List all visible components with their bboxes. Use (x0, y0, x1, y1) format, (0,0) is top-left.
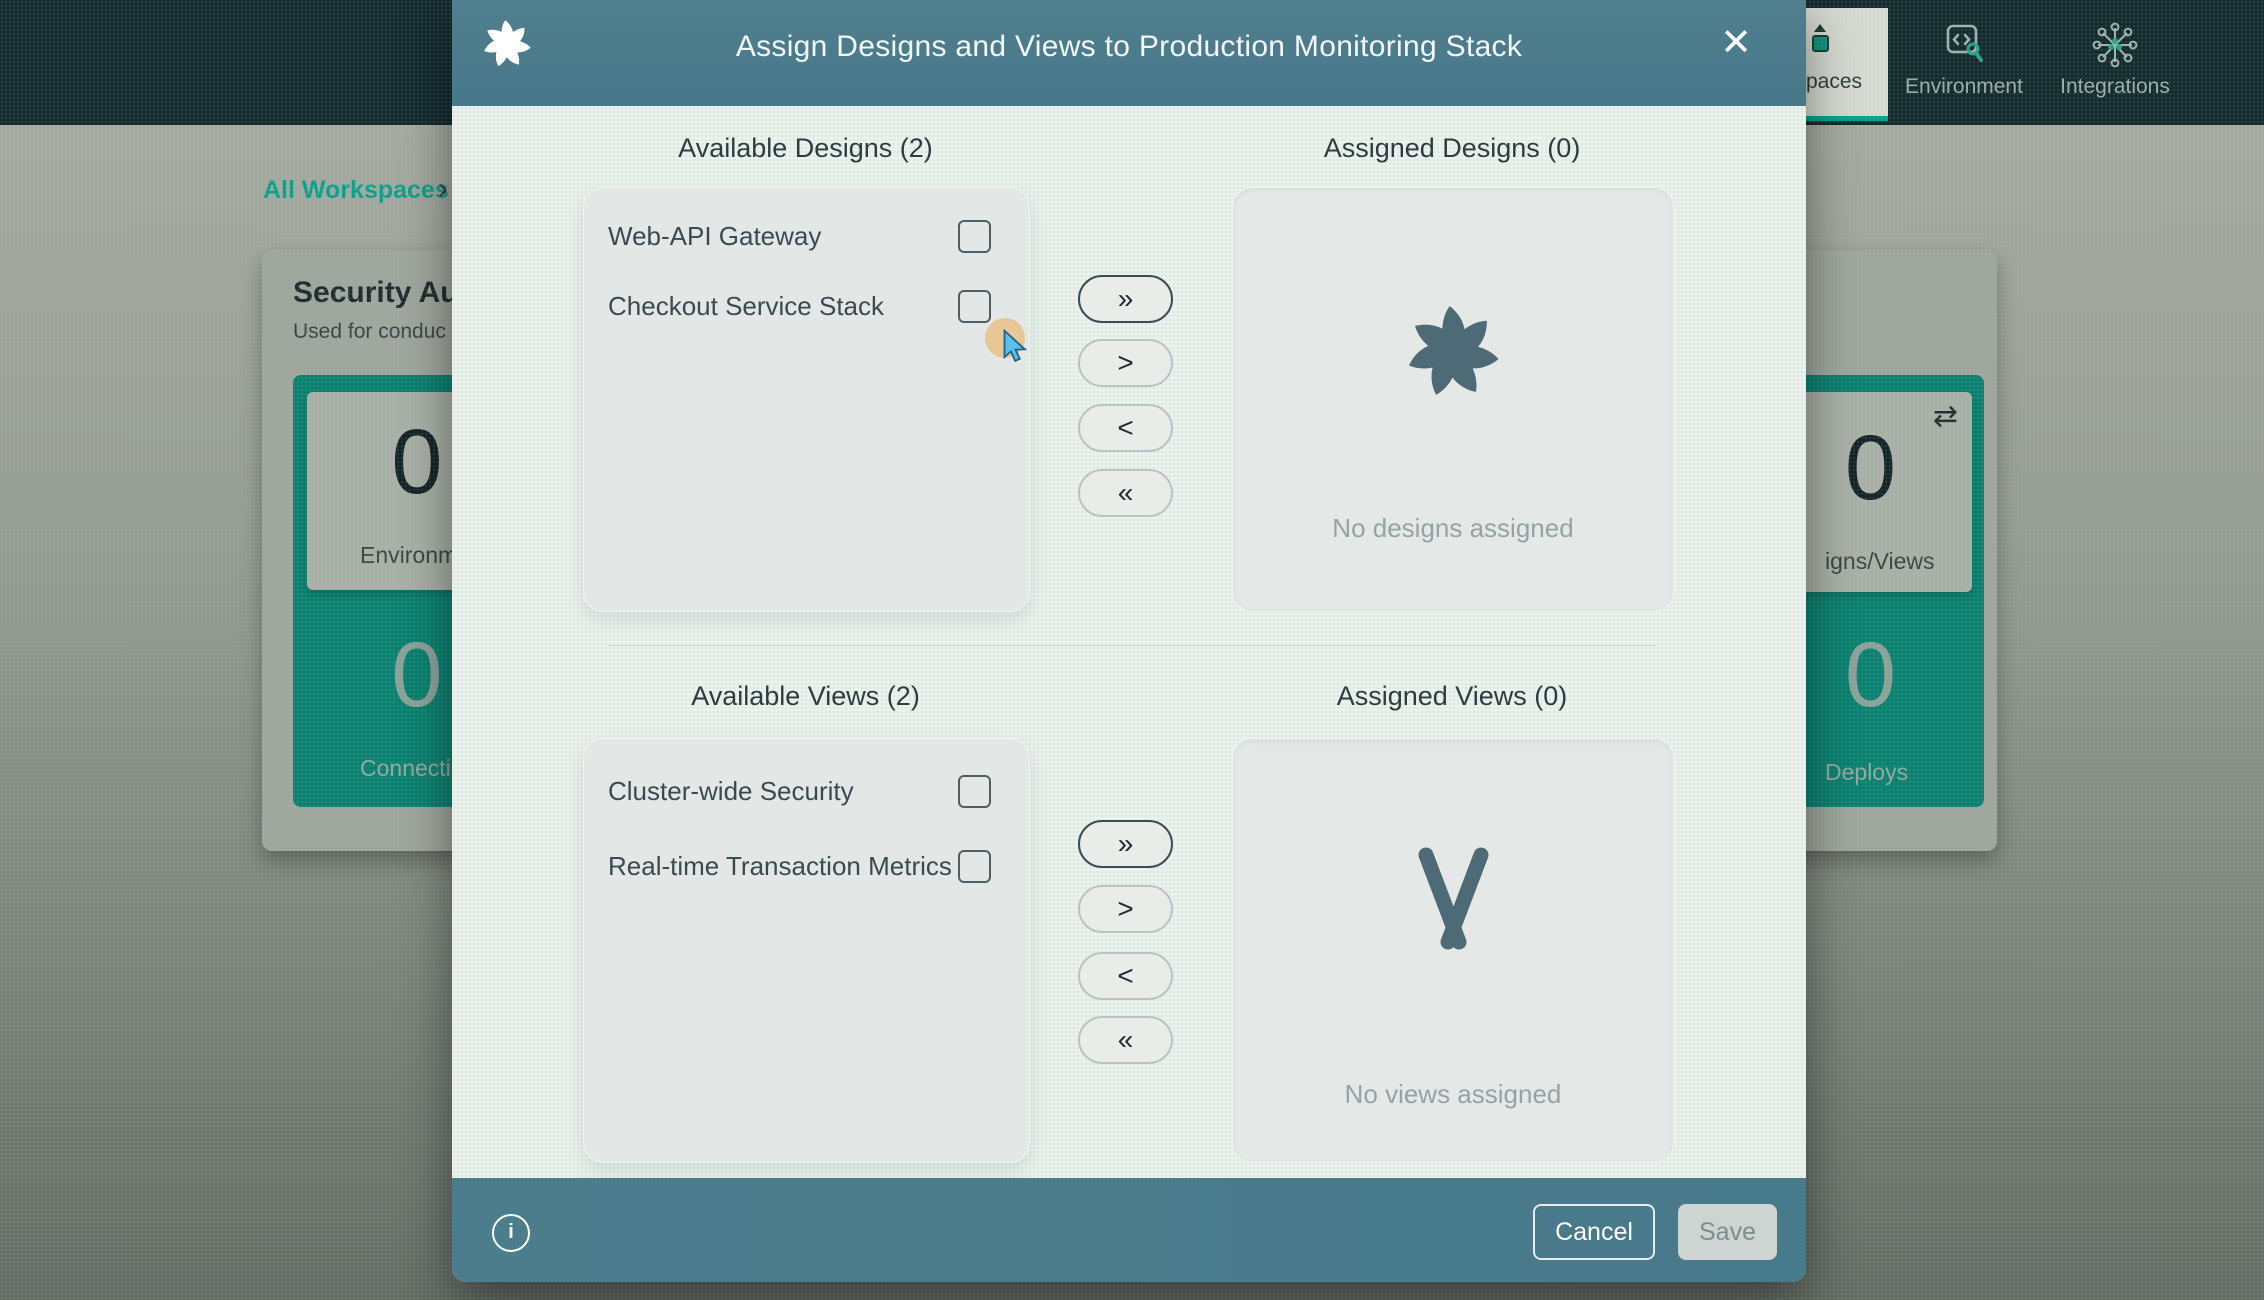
swap-icon[interactable]: ⇄ (1933, 402, 1958, 432)
environment-tab-icon (1942, 22, 1986, 69)
design-label: Checkout Service Stack (608, 291, 884, 322)
tab-integrations[interactable]: Integrations (2040, 8, 2190, 121)
list-item-view[interactable]: Real-time Transaction Metrics (584, 830, 1029, 900)
tab-label: Integrations (2040, 75, 2190, 99)
designs-move-all-right-button[interactable]: » (1078, 275, 1173, 323)
views-move-right-button[interactable]: > (1078, 885, 1173, 933)
view-label: Real-time Transaction Metrics (608, 851, 952, 882)
assigned-views-heading: Assigned Views (0) (1232, 681, 1672, 712)
available-views-list: Cluster-wide Security Real-time Transact… (583, 738, 1030, 1163)
stat-label: igns/Views (1825, 548, 1935, 575)
mouse-cursor-icon (997, 327, 1033, 368)
screen: Workspaces rkspaces Environment (0, 0, 2264, 1300)
list-item-design[interactable]: Checkout Service Stack (584, 270, 1029, 340)
assign-dialog: Assign Designs and Views to Production M… (452, 0, 1806, 1282)
workspace-card-title: Security Aud (293, 276, 477, 310)
stat-label: Deploys (1825, 759, 1908, 786)
section-divider (608, 645, 1656, 646)
designs-move-all-left-button[interactable]: « (1078, 469, 1173, 517)
design-label: Web-API Gateway (608, 221, 821, 252)
assigned-designs-heading: Assigned Designs (0) (1232, 133, 1672, 164)
assigned-views-panel: No views assigned (1232, 738, 1674, 1163)
no-designs-text: No designs assigned (1233, 513, 1673, 544)
no-views-text: No views assigned (1233, 1079, 1673, 1110)
assigned-designs-panel: No designs assigned (1232, 187, 1674, 612)
save-button[interactable]: Save (1678, 1204, 1777, 1260)
view-checkbox[interactable] (958, 850, 991, 883)
views-move-left-button[interactable]: < (1078, 952, 1173, 1000)
views-move-all-left-button[interactable]: « (1078, 1016, 1173, 1064)
tab-environment[interactable]: Environment (1888, 8, 2040, 121)
stat-label: Connecti (360, 755, 451, 782)
workspaces-tab-icon (1803, 22, 1837, 67)
dialog-body: Available Designs (2) Assigned Designs (… (452, 106, 1806, 1178)
available-views-heading: Available Views (2) (583, 681, 1028, 712)
design-checkbox[interactable] (958, 290, 991, 323)
view-label: Cluster-wide Security (608, 776, 854, 807)
tab-label: Environment (1888, 75, 2040, 99)
workspace-card-subtitle: Used for conduc (293, 320, 446, 344)
breadcrumb-chevron-icon: › (438, 172, 448, 206)
breadcrumb-all-workspaces[interactable]: All Workspaces (263, 176, 449, 205)
list-item-view[interactable]: Cluster-wide Security (584, 755, 1029, 825)
dialog-title: Assign Designs and Views to Production M… (452, 30, 1806, 64)
available-designs-heading: Available Designs (2) (583, 133, 1028, 164)
cancel-button[interactable]: Cancel (1533, 1204, 1655, 1260)
view-empty-v-icon (1393, 839, 1513, 964)
designs-move-right-button[interactable]: > (1078, 339, 1173, 387)
info-icon[interactable]: i (492, 1214, 530, 1252)
available-designs-list: Web-API Gateway Checkout Service Stack (583, 187, 1030, 612)
designs-move-left-button[interactable]: < (1078, 404, 1173, 452)
integrations-tab-icon (2092, 22, 2138, 73)
close-icon[interactable]: ✕ (1710, 17, 1762, 69)
design-empty-spiral-icon (1397, 296, 1509, 413)
dialog-footer: i Cancel Save (452, 1178, 1806, 1282)
list-item-design[interactable]: Web-API Gateway (584, 200, 1029, 270)
views-move-all-right-button[interactable]: » (1078, 820, 1173, 868)
design-checkbox[interactable] (958, 220, 991, 253)
dialog-header: Assign Designs and Views to Production M… (452, 0, 1806, 106)
view-checkbox[interactable] (958, 775, 991, 808)
